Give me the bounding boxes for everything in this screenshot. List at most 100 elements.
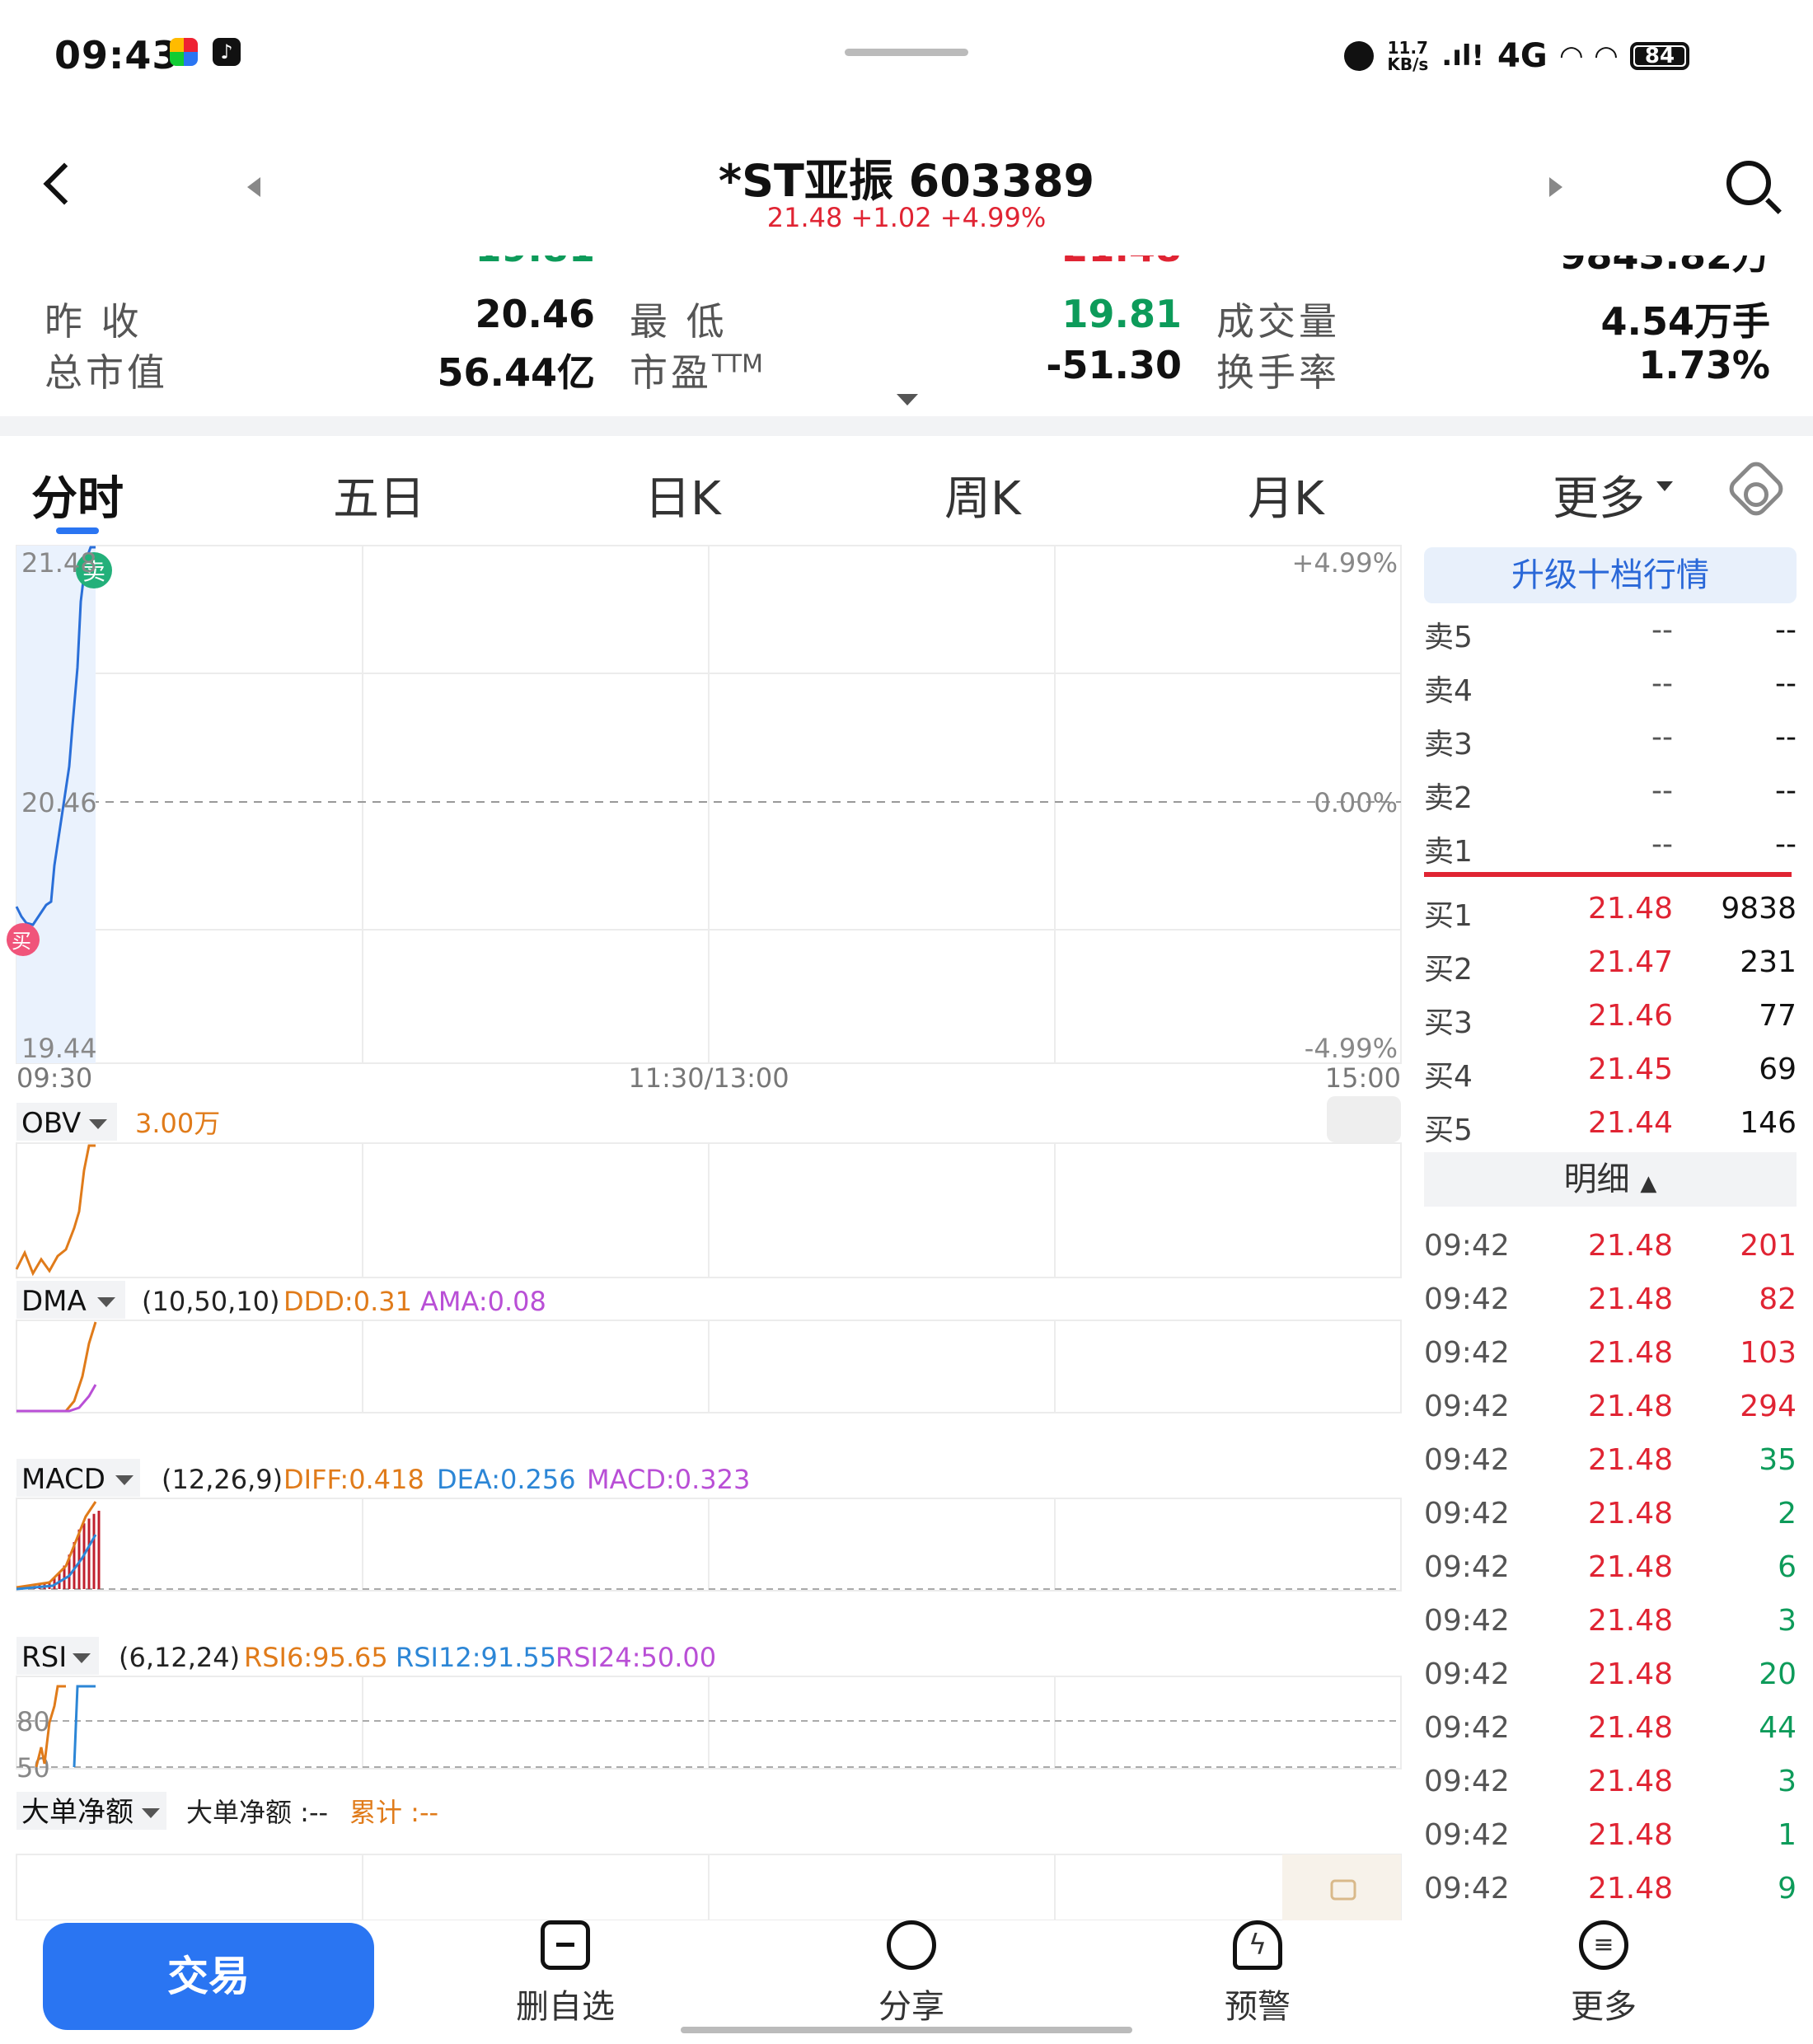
trade-time: 09:42	[1424, 1390, 1510, 1423]
trade-price: 21.48	[1587, 1657, 1673, 1691]
trade-button[interactable]: 交易	[43, 1923, 374, 2030]
quote-value: 56.44亿	[437, 350, 595, 395]
tab-weekly-k[interactable]: 周K	[944, 462, 1021, 528]
macd-value: MACD:0.323	[587, 1464, 750, 1495]
orderbook-row[interactable]: 买3 21.46 77	[1424, 999, 1797, 1052]
orderbook-level: 卖3	[1424, 728, 1473, 762]
trade-time: 09:42	[1424, 1229, 1510, 1263]
trade-time: 09:42	[1424, 1550, 1510, 1584]
big-order-cum: 累计 :--	[349, 1797, 438, 1828]
orderbook-row[interactable]: 卖2 -- --	[1424, 774, 1797, 827]
expand-quote-icon[interactable]	[897, 394, 918, 406]
tab-more[interactable]: 更多	[1553, 462, 1645, 528]
time-label-mid: 11:30/13:00	[628, 1062, 789, 1094]
detail-title: 明细	[1563, 1160, 1630, 1198]
orderbook-row[interactable]: 买2 21.47 231	[1424, 945, 1797, 998]
trade-price: 21.48	[1587, 1765, 1673, 1798]
obv-value: 3.00万	[135, 1108, 220, 1139]
quote-value: 21.48	[1061, 256, 1182, 270]
price-label-mid: 20.46	[21, 787, 97, 818]
battery-icon: 84	[1630, 42, 1689, 70]
orderbook-price: --	[1651, 720, 1673, 754]
macd-dea: DEA:0.256	[437, 1464, 576, 1495]
quote-label: 市盈	[630, 350, 712, 395]
quote-label: 换手率	[1216, 350, 1340, 395]
chart-area[interactable]: 卖 买 21.48 20.46 19.44 +4.99% 0.00% -4.99…	[0, 536, 1411, 1920]
trade-time: 09:42	[1424, 1282, 1510, 1316]
tab-daily-k[interactable]: 日K	[644, 462, 721, 528]
obv-line	[15, 1144, 96, 1277]
orderbook-row[interactable]: 买1 21.48 9838	[1424, 892, 1797, 945]
macd-name: MACD	[21, 1463, 105, 1496]
wifi-icon-2: ◠	[1595, 40, 1617, 73]
macd-diff: DIFF:0.418	[283, 1464, 424, 1495]
trade-row: 09:42 21.48 294	[1424, 1390, 1797, 1442]
quote-value: 19.81	[475, 256, 595, 270]
quote-value: 9843.82万	[1559, 256, 1770, 278]
system-icons: 11.7 KB/s .ıl! 4G ◠ ◠ 84	[1344, 33, 1689, 79]
upgrade-level10-button[interactable]: 升级十档行情	[1424, 547, 1797, 603]
search-icon[interactable]	[1726, 161, 1771, 205]
drag-handle[interactable]	[845, 49, 968, 56]
settings-icon[interactable]	[1724, 457, 1788, 521]
quote-row: 昨 收 20.46 最 低 19.81 成交量 4.54万手	[0, 292, 1813, 345]
quote-label: 总市值	[45, 350, 168, 395]
more-button[interactable]: ≡ 更多	[1521, 1920, 1686, 2028]
obv-name: OBV	[21, 1107, 81, 1140]
trade-detail-list[interactable]: 09:4221.4818409:4221.4820109:4221.488209…	[1424, 1203, 1797, 1920]
trade-row: 09:42 21.48 184	[1424, 1203, 1797, 1228]
home-indicator[interactable]	[681, 2027, 1132, 2033]
detail-toggle[interactable]: 明细 ▲	[1424, 1152, 1797, 1207]
time-label-start: 09:30	[16, 1062, 92, 1094]
orderbook-volume: --	[1775, 613, 1797, 647]
trade-row: 09:42 21.48 201	[1424, 1229, 1797, 1282]
buy-marker-label: 买	[12, 930, 31, 953]
orderbook-volume: 69	[1759, 1052, 1797, 1086]
trade-price: 21.48	[1587, 1711, 1673, 1745]
next-stock-icon[interactable]	[1549, 177, 1562, 197]
trade-price: 21.48	[1587, 1818, 1673, 1852]
remove-watchlist-label: 删自选	[516, 1988, 615, 2026]
trade-volume: 2	[1778, 1497, 1797, 1531]
tab-intraday[interactable]: 分时	[31, 462, 124, 528]
orderbook-row[interactable]: 卖3 -- --	[1424, 720, 1797, 773]
orderbook-volume: 77	[1759, 999, 1797, 1033]
trade-row: 09:42 21.48 20	[1424, 1657, 1797, 1710]
tab-monthly-k[interactable]: 月K	[1248, 462, 1324, 528]
dma-ddd-line	[16, 1321, 97, 1413]
orderbook-level: 卖5	[1424, 621, 1473, 654]
trade-volume: 20	[1759, 1657, 1797, 1691]
orderbook-row[interactable]: 卖5 -- --	[1424, 613, 1797, 666]
alert-button[interactable]: ϟ 预警	[1175, 1920, 1340, 2028]
trade-row: 09:42 21.48 82	[1424, 1282, 1797, 1335]
alert-bolt-icon: ϟ	[1233, 1920, 1282, 1970]
rsi6-value: RSI6:95.65	[244, 1642, 388, 1673]
quote-value: 20.46	[475, 292, 595, 336]
tiktok-icon: ♪	[213, 38, 241, 66]
trade-time: 09:42	[1424, 1711, 1510, 1745]
big-order-label: 大单净额 :--	[186, 1797, 328, 1828]
quote-row: 总市值 56.44亿 市盈TTM -51.30 换手率 1.73%	[0, 343, 1813, 396]
trade-row: 09:42 21.48 6	[1424, 1550, 1797, 1603]
quote-label: 成交量	[1216, 299, 1340, 344]
back-icon[interactable]	[43, 162, 86, 205]
chevron-down-icon[interactable]	[1656, 481, 1673, 491]
rsi12-value: RSI12:91.55	[396, 1642, 556, 1673]
trade-volume: 44	[1759, 1711, 1797, 1745]
trade-volume: 9	[1778, 1872, 1797, 1906]
price-label-bottom: 19.44	[21, 1033, 97, 1064]
orderbook-price: 21.48	[1587, 892, 1673, 926]
prev-stock-icon[interactable]	[247, 177, 260, 197]
quote-label: 昨 收	[45, 299, 143, 344]
share-label: 分享	[878, 1988, 944, 2026]
orderbook-row[interactable]: 卖4 -- --	[1424, 667, 1797, 720]
orderbook-row[interactable]: 买5 21.44 146	[1424, 1106, 1797, 1159]
trade-price: 21.48	[1587, 1550, 1673, 1584]
divider	[0, 416, 1813, 436]
orderbook-level: 卖2	[1424, 781, 1473, 815]
tab-five-day[interactable]: 五日	[333, 462, 425, 528]
remove-watchlist-button[interactable]: 删自选	[483, 1920, 648, 2028]
orderbook-row[interactable]: 买4 21.45 69	[1424, 1052, 1797, 1105]
trade-price: 21.48	[1587, 1443, 1673, 1477]
share-button[interactable]: 分享	[829, 1920, 994, 2028]
